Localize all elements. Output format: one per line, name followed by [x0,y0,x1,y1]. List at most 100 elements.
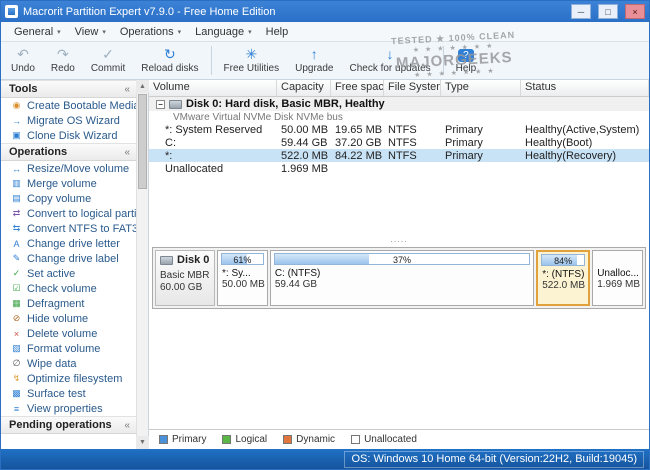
sidebar-item-delete-volume[interactable]: ×Delete volume [1,326,136,341]
check-updates-button[interactable]: ↓Check for updates [341,43,438,78]
sidebar-section-tools[interactable]: Tools « [1,80,136,98]
partition-block-c[interactable]: 37% C: (NTFS) 59.44 GB [270,250,534,306]
button-label: Commit [91,63,125,74]
disk-name: Disk 0 [177,254,209,266]
tree-collapse-icon[interactable]: − [156,100,165,109]
collapse-icon[interactable]: « [124,147,130,158]
partition-block-unallocated[interactable]: Unalloc... 1.969 MB [592,250,643,306]
disk-group-label: Disk 0: Hard disk, Basic MBR, Healthy [186,98,385,110]
collapse-icon[interactable]: « [124,84,130,95]
undo-button[interactable]: ↶Undo [3,43,43,78]
item-label: Format volume [27,343,100,355]
sidebar-item-convert-to-logical[interactable]: ⇄Convert to logical partition [1,206,136,221]
sidebar-item-set-active[interactable]: ✓Set active [1,266,136,281]
sidebar-item-check-volume[interactable]: ☑Check volume [1,281,136,296]
sidebar-item-defragment[interactable]: ▦Defragment [1,296,136,311]
set-active-icon: ✓ [11,268,22,279]
properties-icon: ≡ [11,404,22,414]
upgrade-button[interactable]: ↑Upgrade [287,43,341,78]
sidebar-item-surface-test[interactable]: ▩Surface test [1,386,136,401]
sidebar-item-create-bootable-media[interactable]: ◉Create Bootable Media [1,98,136,113]
reload-disks-button[interactable]: ↻Reload disks [133,43,206,78]
menu-view[interactable]: View▾ [68,24,113,40]
legend-label: Primary [172,434,206,445]
table-row-selected[interactable]: *: 522.0 MB 84.22 MB NTFS Primary Health… [149,149,649,162]
disk-group-row[interactable]: − Disk 0: Hard disk, Basic MBR, Healthy [149,97,649,111]
sidebar-section-operations[interactable]: Operations« [1,143,136,161]
sidebar-section-pending-operations[interactable]: Pending operations« [1,416,136,434]
app-icon [5,5,18,18]
button-label: Check for updates [349,63,430,74]
column-header-status[interactable]: Status [521,80,649,96]
scrollbar-thumb[interactable] [138,94,147,189]
volume-table-header: Volume Capacity Free space File System T… [149,80,649,97]
sidebar-item-change-drive-letter[interactable]: AChange drive letter [1,236,136,251]
menu-language[interactable]: Language▾ [188,24,258,40]
menu-label: Language [195,26,244,38]
cell-file-system: NTFS [384,124,441,136]
sidebar-item-merge-volume[interactable]: ▥Merge volume [1,176,136,191]
item-label: Change drive label [27,253,119,265]
cell-file-system: NTFS [384,150,441,162]
cell-type: Primary [441,124,521,136]
free-utilities-button[interactable]: ✳Free Utilities [216,43,288,78]
convert-logical-icon: ⇄ [11,208,22,219]
scroll-up-icon[interactable]: ▲ [136,80,149,93]
pane-splitter[interactable]: ..... [149,233,649,245]
button-label: Upgrade [295,63,333,74]
convert-fat32-icon: ⇆ [11,223,22,234]
sidebar-item-copy-volume[interactable]: ▤Copy volume [1,191,136,206]
sidebar-item-migrate-os-wizard[interactable]: →Migrate OS Wizard [1,113,136,128]
chevron-down-icon: ▾ [178,28,182,36]
app-window: Macrorit Partition Expert v7.9.0 - Free … [0,0,650,470]
button-label: Free Utilities [224,63,280,74]
table-row[interactable]: *: System Reserved 50.00 MB 19.65 MB NTF… [149,123,649,136]
column-header-free-space[interactable]: Free space [331,80,384,96]
partition-block-recovery-selected[interactable]: 84% *: (NTFS) 522.0 MB [536,250,590,306]
collapse-icon[interactable]: « [124,420,130,431]
maximize-button[interactable]: □ [598,4,618,19]
redo-button[interactable]: ↷Redo [43,43,83,78]
column-header-file-system[interactable]: File System [384,80,441,96]
scroll-down-icon[interactable]: ▼ [136,436,149,449]
disk-type: Basic MBR [160,270,210,281]
disk-info-box[interactable]: Disk 0 Basic MBR 60.00 GB [155,250,215,306]
sidebar-item-hide-volume[interactable]: ⊘Hide volume [1,311,136,326]
sidebar-item-clone-disk-wizard[interactable]: ▣Clone Disk Wizard [1,128,136,143]
menu-operations[interactable]: Operations▾ [113,24,188,40]
sidebar-item-change-drive-label[interactable]: ✎Change drive label [1,251,136,266]
partition-block-system-reserved[interactable]: 61% *: Sy... 50.00 MB [217,250,268,306]
section-label: Tools [9,83,38,95]
disk-model-label: VMware Virtual NVMe Disk NVMe bus [173,112,343,123]
sidebar-item-resize-move-volume[interactable]: ↔Resize/Move volume [1,161,136,176]
sidebar-item-convert-ntfs-fat32[interactable]: ⇆Convert NTFS to FAT32 [1,221,136,236]
menu-general[interactable]: General▾ [7,24,68,40]
item-label: Optimize filesystem [27,373,122,385]
item-label: Check volume [27,283,97,295]
minimize-button[interactable]: ─ [571,4,591,19]
close-button[interactable]: × [625,4,645,19]
sidebar-item-format-volume[interactable]: ▧Format volume [1,341,136,356]
table-row[interactable]: C: 59.44 GB 37.20 GB NTFS Primary Health… [149,136,649,149]
table-row[interactable]: Unallocated 1.969 MB [149,162,649,175]
commit-button[interactable]: ✓Commit [83,43,133,78]
cell-status: Healthy(Boot) [521,137,649,149]
hide-volume-icon: ⊘ [11,313,22,324]
dynamic-color-swatch [283,435,292,444]
menu-label: Help [266,26,289,38]
drive-letter-icon: A [11,239,22,249]
column-header-type[interactable]: Type [441,80,521,96]
column-header-capacity[interactable]: Capacity [277,80,331,96]
sidebar-item-view-properties[interactable]: ≡View properties [1,401,136,416]
help-button[interactable]: ?Help [448,43,485,78]
sidebar-scrollbar[interactable]: ▲ ▼ [136,80,149,449]
primary-color-swatch [159,435,168,444]
sidebar-item-optimize-filesystem[interactable]: ↯Optimize filesystem [1,371,136,386]
wipe-data-icon: ∅ [11,358,22,369]
sidebar-item-wipe-data[interactable]: ∅Wipe data [1,356,136,371]
partition-label: C: (NTFS) [273,268,531,279]
usage-bar: 37% [274,253,530,265]
cell-volume: C: [149,137,277,149]
column-header-volume[interactable]: Volume [149,80,277,96]
menu-help[interactable]: Help [259,24,296,40]
